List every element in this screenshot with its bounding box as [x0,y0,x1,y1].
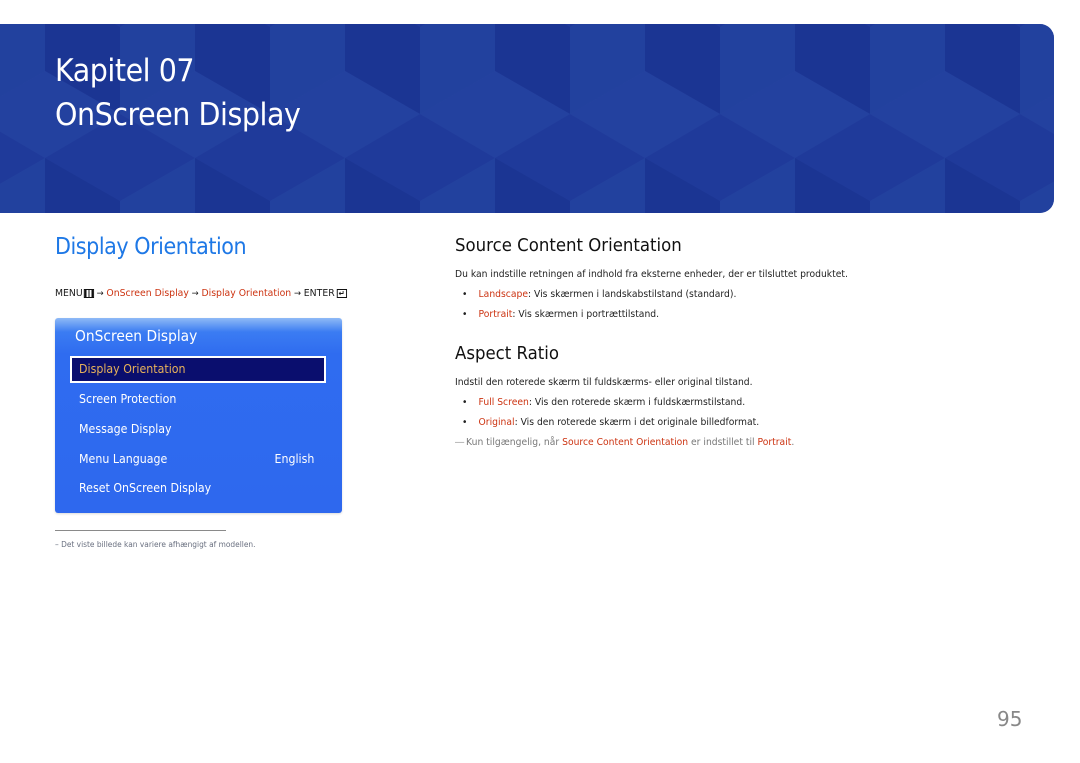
menu-step-display-orientation[interactable]: Display Orientation [201,288,291,299]
osd-item-menu-language[interactable]: Menu Language English [70,446,326,473]
note-dash-icon: ― [455,437,465,448]
option-term: Original [478,417,515,428]
section-title: Display Orientation [55,234,247,260]
note-term-source-content-orientation: Source Content Orientation [562,437,689,448]
footnote: – Det viste billede kan variere afhængig… [55,540,256,549]
option-term: Full Screen [478,397,529,408]
osd-item-display-orientation[interactable]: Display Orientation [70,356,326,383]
menu-step-onscreen-display[interactable]: OnScreen Display [106,288,188,299]
bullet-icon: • [462,397,468,408]
bullet-icon: • [462,289,468,300]
bullet-icon: • [462,309,468,320]
osd-item-label: Reset OnScreen Display [79,481,212,495]
note-text: Kun tilgængelig, når [466,437,563,448]
osd-item-label: Menu Language [79,452,168,466]
osd-item-screen-protection[interactable]: Screen Protection [70,386,326,413]
heading-aspect-ratio: Aspect Ratio [455,343,560,364]
enter-return-icon: ↵ [336,289,347,298]
page-number: 95 [997,707,1023,731]
heading-source-content-orientation: Source Content Orientation [455,235,682,256]
osd-item-label: Message Display [79,422,172,436]
aspect-ratio-description: Indstil den roterede skærm til fuldskærm… [455,377,753,388]
source-content-description: Du kan indstille retningen af indhold fr… [455,269,848,280]
list-item: • Original: Vis den roterede skærm i det … [462,417,759,428]
osd-item-reset-onscreen-display[interactable]: Reset OnScreen Display [70,475,326,502]
note-text: . [791,437,795,448]
note-term-portrait: Portrait [757,437,792,448]
arrow-icon: → [96,288,104,299]
note-text: er indstillet til [688,437,758,448]
list-item: • Landscape: Vis skærmen i landskabstilst… [462,289,736,300]
osd-menu-title: OnScreen Display [75,327,198,345]
footnote-divider [55,530,226,531]
osd-item-value: English [274,452,314,466]
osd-menu-panel: OnScreen Display Display Orientation Scr… [55,318,342,513]
menu-grid-icon [83,289,94,298]
option-description: : Vis den roterede skærm i fuldskærmstil… [528,397,746,408]
osd-item-label: Screen Protection [79,392,177,406]
chapter-number: Kapitel 07 [55,53,195,89]
option-description: : Vis skærmen i landskabstilstand (stand… [527,289,737,300]
menu-path: MENU → OnScreen Display → Display Orient… [55,288,347,299]
bullet-icon: • [462,417,468,428]
list-item: • Portrait: Vis skærmen i portrættilstand… [462,309,659,320]
chapter-title: OnScreen Display [55,97,301,133]
enter-label: ENTER [303,288,335,299]
availability-note: ― Kun tilgængelig, når Source Content Ori… [455,437,794,448]
option-description: : Vis den roterede skærm i det originale… [514,417,760,428]
option-term: Portrait [478,309,513,320]
arrow-icon: → [191,288,199,299]
menu-label: MENU [55,288,83,299]
arrow-icon: → [293,288,302,299]
osd-item-label: Display Orientation [79,362,186,376]
chapter-banner: Kapitel 07 OnScreen Display [0,24,1054,213]
list-item: • Full Screen: Vis den roterede skærm i f… [462,397,745,408]
option-description: : Vis skærmen i portrættilstand. [512,309,660,320]
option-term: Landscape [478,289,528,300]
osd-item-message-display[interactable]: Message Display [70,416,326,443]
